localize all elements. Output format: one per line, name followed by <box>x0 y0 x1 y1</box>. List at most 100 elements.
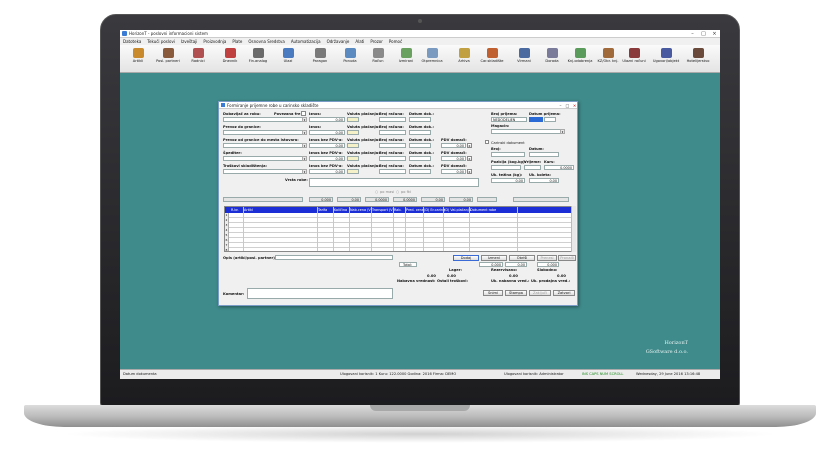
column-header[interactable]: Količina <box>334 208 347 212</box>
doc-date-3-input[interactable] <box>409 143 431 148</box>
toolbar-button-15[interactable]: Knj.odobrenja <box>566 47 594 71</box>
menu-item-8[interactable]: Alati <box>352 38 367 45</box>
invoice-number-5-input[interactable] <box>379 169 406 174</box>
receipt-date-input[interactable] <box>529 117 543 122</box>
transfer-button[interactable]: Prenesi <box>537 255 557 261</box>
warehouse-dropdown-icon[interactable]: ▾ <box>560 129 565 134</box>
minimize-icon[interactable]: – <box>687 30 698 38</box>
doc-date-input[interactable] <box>409 117 431 122</box>
dialog-minimize-icon[interactable]: – <box>557 102 564 109</box>
dialog-maximize-icon[interactable]: □ <box>564 102 571 109</box>
by-mass-radio[interactable]: ○ <box>375 190 378 194</box>
domestic-vat-clear-icon[interactable]: x <box>467 143 472 148</box>
toolbar-button-4[interactable]: Fin.analog <box>244 47 272 71</box>
filter-field-8[interactable] <box>477 197 497 202</box>
storage-costs-dropdown-icon[interactable]: ▾ <box>302 169 307 174</box>
filter-field-4[interactable]: 0.0000 <box>365 197 389 202</box>
total-packages-input[interactable]: 0.00 <box>529 178 559 183</box>
currency-5-input[interactable] <box>347 169 359 174</box>
menu-item-0[interactable]: Datoteka <box>120 38 144 45</box>
column-header[interactable]: Tarifa <box>318 208 327 212</box>
currency-input[interactable] <box>347 117 359 122</box>
exchange-rate-input[interactable]: 0.0000 <box>544 165 574 170</box>
menu-item-2[interactable]: Izveštaji <box>178 38 200 45</box>
filter-field-1[interactable] <box>223 197 303 202</box>
receipt-date-day-input[interactable] <box>544 117 556 122</box>
filter-field-5[interactable]: 0.0000 <box>393 197 417 202</box>
transport-from-border-input[interactable] <box>223 143 303 148</box>
menu-item-3[interactable]: Proizvodnja <box>200 38 229 45</box>
print-button[interactable]: Štampa <box>505 290 527 296</box>
column-header[interactable]: Artikl <box>244 208 253 212</box>
supplier-dropdown-icon[interactable]: ▾ <box>302 117 307 122</box>
filter-field-7[interactable]: 0.00 <box>449 197 473 202</box>
transport-from-border-dropdown-icon[interactable]: ▾ <box>302 143 307 148</box>
description-input[interactable] <box>275 255 393 260</box>
total-weight-input[interactable]: 0.00 <box>491 178 525 183</box>
toolbar-button-16[interactable]: KZ/Obr. knj. <box>594 47 622 71</box>
dialog-close-icon[interactable]: × <box>571 102 578 109</box>
toolbar-button-13[interactable]: Virmani <box>510 47 538 71</box>
toolbar-button-2[interactable]: Radnici <box>184 47 212 71</box>
by-invoice-radio[interactable]: ○ <box>396 190 399 194</box>
goods-type-input[interactable] <box>309 178 479 187</box>
toolbar-button-1[interactable]: Posl. partneri <box>154 47 182 71</box>
forwarder-input[interactable] <box>223 156 303 161</box>
menu-item-6[interactable]: Automatizacija <box>288 38 324 45</box>
add-button[interactable]: Dodaj <box>453 255 479 261</box>
column-header[interactable]: Pred. cena <box>406 208 424 212</box>
close-button[interactable]: Zatvori <box>553 290 575 296</box>
edit-button[interactable]: Izmeni <box>481 255 507 261</box>
amount-no-vat-input[interactable]: 0.00 <box>309 143 345 148</box>
doc-date-2-input[interactable] <box>409 130 431 135</box>
position-input[interactable] <box>491 165 521 170</box>
doc-date-5-input[interactable] <box>409 169 431 174</box>
column-header[interactable]: (D) Er.carine <box>424 208 445 212</box>
forwarder-dropdown-icon[interactable]: ▾ <box>302 156 307 161</box>
amount-no-vat-3-input[interactable]: 0.00 <box>309 169 345 174</box>
amount-2-input[interactable]: 0.00 <box>309 130 345 135</box>
toolbar-button-3[interactable]: Dnevnik <box>216 47 244 71</box>
toolbar-button-14[interactable]: Dorada <box>538 47 566 71</box>
save-button[interactable]: Snimi <box>483 290 503 296</box>
linked-invoice-checkbox[interactable] <box>301 111 306 116</box>
toolbar-button-11[interactable]: Arhiva <box>450 47 478 71</box>
currency-3-input[interactable] <box>347 143 359 148</box>
table-row[interactable]: 8 <box>225 248 571 251</box>
menu-item-10[interactable]: Pomoć <box>386 38 405 45</box>
domestic-vat-3-clear-icon[interactable]: x <box>467 169 472 174</box>
receipt-number-input[interactable]: NEDODELJEN <box>491 117 527 122</box>
customs-doc-checkbox[interactable] <box>485 140 489 144</box>
menu-item-4[interactable]: Plate <box>229 38 245 45</box>
supplier-input[interactable] <box>223 117 303 122</box>
doc-date-4-input[interactable] <box>409 156 431 161</box>
toolbar-button-7[interactable]: Ponuda <box>336 47 364 71</box>
amount-no-vat-2-input[interactable]: 0.00 <box>309 156 345 161</box>
find-button[interactable]: Pronađi <box>558 255 576 261</box>
filter-field-3[interactable]: 0.00 <box>337 197 361 202</box>
invoice-number-2-input[interactable] <box>379 130 406 135</box>
toolbar-button-0[interactable]: Artikli <box>124 47 152 71</box>
column-header[interactable]: Dokument robe <box>470 208 496 212</box>
transport-to-border-input[interactable] <box>223 130 303 135</box>
invoice-number-3-input[interactable] <box>379 143 406 148</box>
domestic-vat-2-input[interactable]: 0.00 <box>441 156 466 161</box>
time-input[interactable] <box>524 165 541 170</box>
toolbar-button-18[interactable]: Ugovori/objekt <box>652 47 680 71</box>
storage-costs-input[interactable] <box>223 169 303 174</box>
toolbar-button-5[interactable]: Ulazi <box>274 47 302 71</box>
delete-button[interactable]: Obriši <box>509 255 535 261</box>
domestic-vat-input[interactable]: 0.00 <box>441 143 466 148</box>
menu-item-5[interactable]: Osnovna Sredstva <box>245 38 287 45</box>
toolbar-button-6[interactable]: Paragon <box>306 47 334 71</box>
menu-item-1[interactable]: Tekući poslovi <box>144 38 178 45</box>
comment-input[interactable] <box>247 288 393 299</box>
close-icon[interactable]: × <box>709 30 720 38</box>
currency-2-input[interactable] <box>347 130 359 135</box>
column-header[interactable]: Rab. <box>394 208 402 212</box>
conclude-button[interactable]: Zaključi <box>529 290 551 296</box>
warehouse-input[interactable] <box>491 129 561 134</box>
table-scrollbar[interactable] <box>571 206 576 252</box>
currency-4-input[interactable] <box>347 156 359 161</box>
column-header[interactable]: Transport (V) <box>372 208 394 212</box>
